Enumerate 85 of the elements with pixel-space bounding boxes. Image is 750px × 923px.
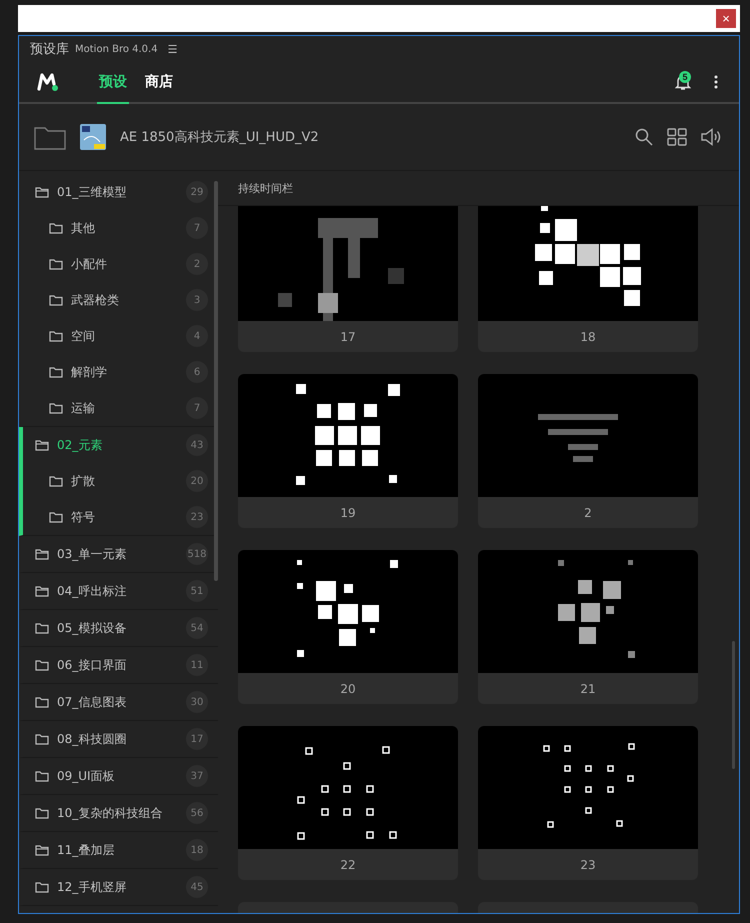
item-count: 43 — [186, 434, 208, 456]
folder-item[interactable]: 03_单一元素 518 — [23, 536, 208, 572]
folder-item[interactable]: 08_科技圆圈 17 — [23, 721, 208, 757]
folder-icon — [49, 222, 63, 234]
tab[interactable]: 商店 — [143, 62, 175, 104]
folder-icon — [35, 659, 49, 671]
folder-icon — [35, 807, 49, 819]
folder-item[interactable]: 07_信息图表 30 — [23, 684, 208, 720]
subfolder-item[interactable]: 其他 7 — [23, 210, 208, 246]
close-button[interactable]: × — [716, 9, 736, 28]
preset-card[interactable]: 21 — [478, 550, 698, 704]
item-count: 518 — [186, 543, 208, 565]
folder-icon[interactable] — [34, 124, 66, 150]
folder-icon — [49, 330, 63, 342]
folder-icon — [49, 366, 63, 378]
folder-icon — [35, 622, 49, 634]
folder-icon — [49, 294, 63, 306]
folder-item[interactable]: 11_叠加层 18 — [23, 832, 208, 868]
folder-icon — [35, 881, 49, 893]
folder-item[interactable]: 01_三维模型 29 — [23, 174, 208, 210]
folder-item[interactable]: 04_呼出标注 51 — [23, 573, 208, 609]
scrollbar[interactable] — [214, 181, 218, 581]
item-count: 18 — [186, 839, 208, 861]
logo-icon — [37, 72, 59, 92]
notification-badge: 5 — [679, 71, 691, 83]
folder-item[interactable]: 10_复杂的科技组合 56 — [23, 795, 208, 831]
subfolder-item[interactable]: 符号 23 — [23, 499, 208, 535]
item-count: 6 — [186, 361, 208, 383]
speaker-icon[interactable] — [701, 128, 721, 146]
folder-item[interactable]: 02_元素 43 — [23, 427, 208, 463]
pack-title: AE 1850高科技元素_UI_HUD_V2 — [120, 129, 319, 146]
open-folder-icon — [35, 585, 49, 597]
folder-icon — [49, 258, 63, 270]
item-count: 56 — [186, 802, 208, 824]
subfolder-item[interactable]: 运输 7 — [23, 390, 208, 426]
item-count: 2 — [186, 253, 208, 275]
item-count: 45 — [186, 876, 208, 898]
subfolder-item[interactable]: 武器枪类 3 — [23, 282, 208, 318]
folder-item[interactable]: 12_手机竖屏 45 — [23, 869, 208, 905]
preset-card[interactable]: 23 — [478, 726, 698, 880]
grid-view-icon[interactable] — [667, 128, 687, 146]
folder-item[interactable]: 09_UI面板 37 — [23, 758, 208, 794]
scrollbar[interactable] — [732, 641, 735, 769]
subfolder-item[interactable]: 小配件 2 — [23, 246, 208, 282]
preset-card[interactable]: 22 — [238, 726, 458, 880]
folder-icon — [35, 696, 49, 708]
subfolder-item[interactable]: 扩散 20 — [23, 463, 208, 499]
item-count: 7 — [186, 217, 208, 239]
open-folder-icon — [35, 439, 49, 451]
item-count: 4 — [186, 325, 208, 347]
item-count: 23 — [186, 506, 208, 528]
folder-icon — [35, 770, 49, 782]
open-folder-icon — [35, 186, 49, 198]
tab[interactable]: 预设 — [97, 62, 129, 104]
open-folder-icon — [35, 844, 49, 856]
item-count: 30 — [186, 691, 208, 713]
app-version: Motion Bro 4.0.4 — [75, 44, 158, 54]
preset-card[interactable]: 2 — [478, 374, 698, 528]
folder-icon — [49, 511, 63, 523]
subfolder-item[interactable]: 解剖学 6 — [23, 354, 208, 390]
preset-card[interactable]: 18 — [478, 206, 698, 352]
preset-card[interactable]: 19 — [238, 374, 458, 528]
item-count: 37 — [186, 765, 208, 787]
folder-item[interactable]: 06_接口界面 11 — [23, 647, 208, 683]
search-icon[interactable] — [635, 128, 653, 146]
item-count: 17 — [186, 728, 208, 750]
preset-card[interactable]: 20 — [238, 550, 458, 704]
item-count: 54 — [186, 617, 208, 639]
subfolder-item[interactable]: 空间 4 — [23, 318, 208, 354]
folder-icon — [35, 733, 49, 745]
pack-thumbnail-icon — [80, 124, 106, 150]
item-count: 20 — [186, 470, 208, 492]
section-heading: 持续时间栏 — [238, 180, 293, 196]
window-title: 预设库 — [30, 41, 69, 58]
open-folder-icon — [35, 548, 49, 560]
item-count: 7 — [186, 397, 208, 419]
preset-card[interactable]: 17 — [238, 206, 458, 352]
folder-icon — [49, 402, 63, 414]
folder-item[interactable]: 05_模拟设备 54 — [23, 610, 208, 646]
item-count: 3 — [186, 289, 208, 311]
item-count: 29 — [186, 181, 208, 203]
folder-icon — [49, 475, 63, 487]
item-count: 51 — [186, 580, 208, 602]
item-count: 11 — [186, 654, 208, 676]
menu-button[interactable]: ☰ — [168, 42, 178, 56]
